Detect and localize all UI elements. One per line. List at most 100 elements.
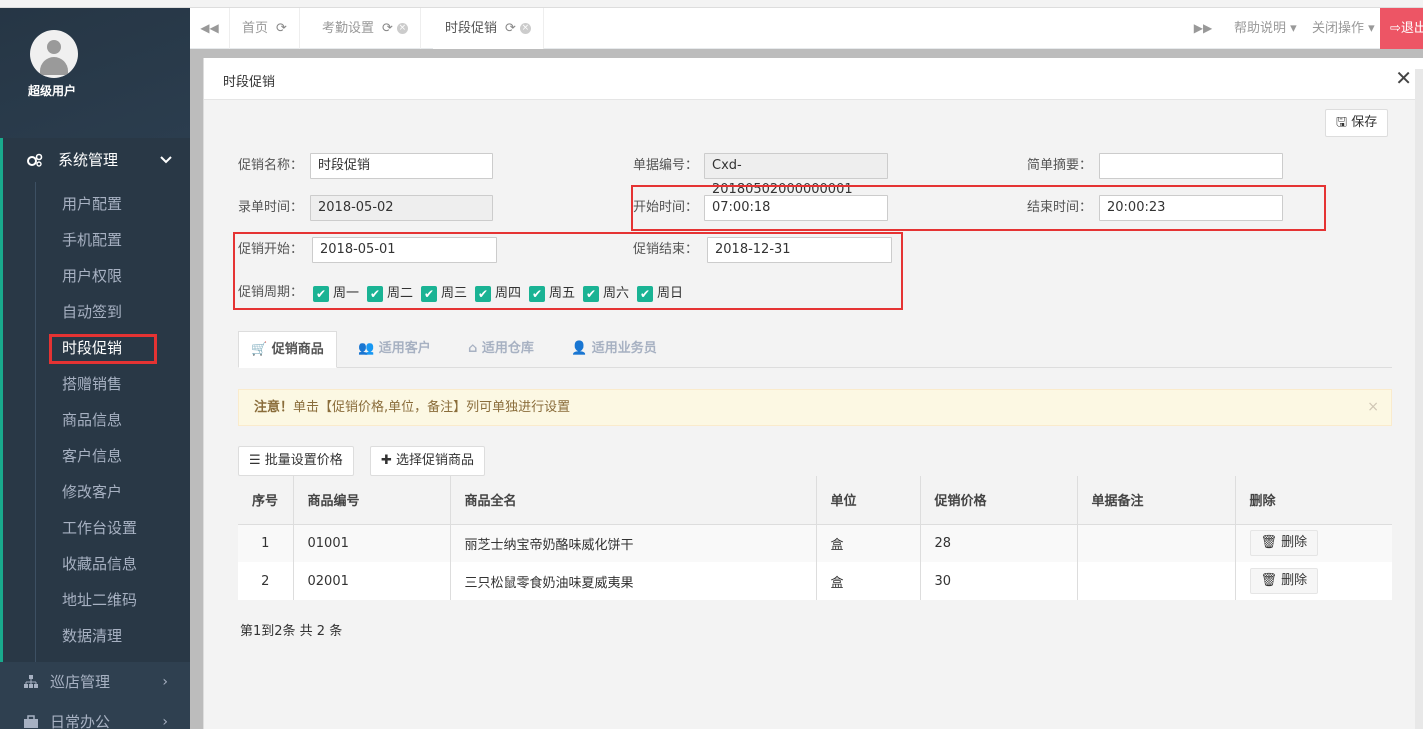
sidebar-item[interactable]: 客户信息 [3,438,190,474]
tab-salesmen[interactable]: 👤 适用业务员 [571,331,657,368]
active-item-highlight-box [49,334,157,364]
floppy-icon: 🖫 [1336,115,1348,130]
end-time-input[interactable]: 20:00:23 [1099,195,1283,221]
cell-name: 丽芝士纳宝帝奶酪味威化饼干 [450,524,817,562]
sidebar-item[interactable]: 地址二维码 [3,582,190,618]
start-time-input[interactable]: 07:00:18 [704,195,888,221]
check-icon: ✔ [637,285,653,302]
entry-time-field: 2018-05-02 [310,195,493,221]
save-button[interactable]: 🖫 保存 [1325,109,1389,137]
sidebar-group-office[interactable]: 日常办公 › [0,702,190,729]
end-time-label: 结束时间： [1027,200,1093,215]
col-header[interactable]: 单据备注 [1077,476,1236,525]
sidebar-group-patrol[interactable]: 巡店管理 › [0,662,190,702]
tab-warehouses[interactable]: ⌂ 适用仓库 [468,331,534,368]
tab-bar: ◀◀ 首页 ⟳ 考勤设置 ⟳ × 时段促销 ⟳ × ▶▶ 帮助说明 ▾ 关闭操作 ▾ ⇨退… [190,8,1423,49]
logout-button[interactable]: ⇨退出 [1380,8,1423,49]
sidebar-item[interactable]: 收藏品信息 [3,546,190,582]
table-row: 2 02001 三只松鼠零食奶油味夏威夷果盒 30 🗑 删除 [238,562,1392,600]
help-menu[interactable]: 帮助说明 ▾ [1234,8,1297,49]
col-header[interactable]: 序号 [238,476,294,525]
check-icon: ✔ [529,285,545,302]
col-header[interactable]: 商品全名 [450,476,817,525]
signout-icon: ⇨ [1390,21,1401,36]
tab-time-promotion[interactable]: 时段促销 ⟳ × [433,8,544,49]
plus-icon: ✚ [381,453,392,468]
sidebar: 超级用户 系统管理 用户配置 手机配置 用户权限 自动签到 时段促销 搭赠销售 商品信息 客户… [0,8,190,729]
cell-unit[interactable]: 盒 [816,524,921,562]
sidebar-item[interactable]: 修改客户 [3,474,190,510]
delete-button[interactable]: 🗑 删除 [1249,530,1319,557]
col-header[interactable]: 单位 [816,476,921,525]
day-checkbox[interactable]: ✔ 周一 [313,285,359,305]
sidebar-item[interactable]: 工作台设置 [3,510,190,546]
promo-end-input[interactable]: 2018-12-31 [707,237,892,263]
close-icon[interactable]: × [1367,390,1379,425]
cell-no: 2 [238,562,294,600]
entry-time-label: 录单时间： [238,200,304,215]
select-promo-goods-button[interactable]: ✚ 选择促销商品 [370,446,486,476]
chevron-down-icon [160,156,172,164]
cell-delete: 🗑 删除 [1235,562,1392,600]
refresh-icon[interactable]: ⟳ [382,21,393,36]
sidebar-item[interactable]: 用户配置 [3,186,190,222]
cell-price[interactable]: 28 [920,524,1078,562]
cell-note[interactable] [1077,562,1236,600]
cycle-label: 促销周期： [238,285,304,300]
cell-unit[interactable]: 盒 [816,562,921,600]
refresh-icon[interactable]: ⟳ [505,21,516,36]
sidebar-item[interactable]: 数据清理 [3,618,190,654]
delete-button[interactable]: 🗑 删除 [1249,568,1319,594]
summary-input[interactable] [1099,153,1283,179]
col-header[interactable]: 促销价格 [920,476,1078,525]
sidebar-item[interactable]: 搭赠销售 [3,366,190,402]
day-checkbox[interactable]: ✔ 周五 [529,285,575,305]
promo-start-label: 促销开始： [238,242,304,257]
sidebar-item[interactable]: 时段促销 [3,330,190,366]
col-header[interactable]: 删除 [1235,476,1392,525]
sidebar-item[interactable]: 用户权限 [3,258,190,294]
batch-set-price-button[interactable]: ☰ 批量设置价格 [238,446,354,476]
tab-attendance[interactable]: 考勤设置 ⟳ × [310,8,421,49]
tab-home[interactable]: 首页 ⟳ [230,8,300,49]
start-time-label: 开始时间： [633,200,699,215]
dialog-header: 时段促销 ✕ [204,58,1423,100]
trash-icon: 🗑 [1260,573,1282,588]
sidebar-item[interactable]: 手机配置 [3,222,190,258]
day-checkbox[interactable]: ✔ 周六 [583,285,629,305]
page-scrollbar[interactable] [1415,69,1423,729]
cell-price[interactable]: 30 [920,562,1078,600]
sidebar-group-system[interactable]: 系统管理 [0,138,190,182]
sidebar-group-label: 日常办公 [50,713,111,729]
sidebar-submenu: 用户配置 手机配置 用户权限 自动签到 时段促销 搭赠销售 商品信息 客户信息 修改客户 工作台设… [0,182,190,662]
promo-name-label: 促销名称： [238,158,304,173]
promo-name-input[interactable]: 时段促销 [310,153,493,179]
sidebar-item[interactable]: 自动签到 [3,294,190,330]
tab-customers[interactable]: 👥 适用客户 [358,331,431,368]
day-checkbox[interactable]: ✔ 周三 [421,285,467,305]
day-checkbox[interactable]: ✔ 周二 [367,285,413,305]
close-ops-menu[interactable]: 关闭操作 ▾ [1312,8,1375,49]
cell-note[interactable] [1077,524,1236,562]
briefcase-icon [24,715,38,728]
close-icon[interactable]: ✕ [1395,66,1412,90]
day-checkbox[interactable]: ✔ 周日 [637,285,683,305]
tab-promo-goods[interactable]: 🛒 促销商品 [238,331,337,368]
avatar[interactable] [30,30,78,78]
cell-delete: 🗑 删除 [1235,524,1392,562]
refresh-icon[interactable]: ⟳ [276,21,287,36]
day-checkbox[interactable]: ✔ 周四 [475,285,521,305]
tabs-scroll-left-button[interactable]: ◀◀ [190,8,230,49]
promotion-dialog: 时段促销 ✕ 🖫 保存 促销名称： 时段促销 单据编号： Cxd-2018050… [203,58,1423,729]
user-name: 超级用户 [28,84,77,98]
close-icon[interactable]: × [396,23,408,34]
promo-start-input[interactable]: 2018-05-01 [312,237,497,263]
close-icon[interactable]: × [519,23,531,34]
notice-alert: 注意！单击【促销价格,单位，备注】列可单独进行设置 × [238,389,1392,426]
sidebar-item[interactable]: 商品信息 [3,402,190,438]
tabs-scroll-right-button[interactable]: ▶▶ [1188,8,1218,49]
promo-goods-table: 序号 商品编号 商品全名 单位 促销价格 单据备注 删除 1 01001 丽芝士纳宝… [238,476,1392,600]
summary-label: 简单摘要： [1027,158,1093,173]
col-header[interactable]: 商品编号 [293,476,451,525]
trash-icon: 🗑 [1260,535,1282,551]
